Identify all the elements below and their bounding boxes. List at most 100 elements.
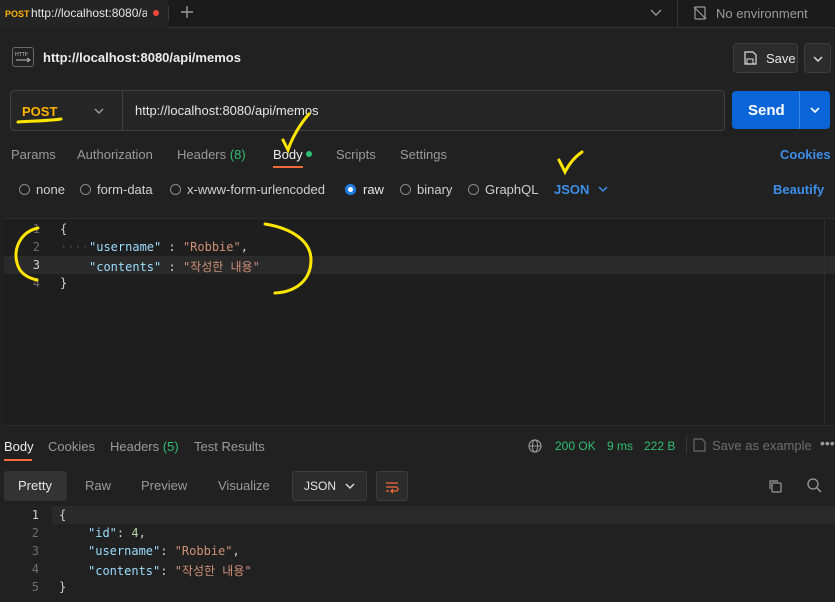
tab-method: POST <box>5 9 30 19</box>
new-tab-icon[interactable] <box>177 2 197 22</box>
copy-icon[interactable] <box>767 478 783 494</box>
line-number: 2 <box>31 526 39 540</box>
response-tab-body[interactable]: Body <box>4 439 34 454</box>
json-key: "id" <box>88 526 117 540</box>
chevron-down-icon <box>598 186 608 192</box>
status-divider <box>686 436 687 454</box>
view-visualize-button[interactable]: Visualize <box>218 478 270 493</box>
send-divider <box>799 91 800 129</box>
line-number: 5 <box>31 580 39 594</box>
radio-graphql[interactable] <box>468 184 479 195</box>
response-time[interactable]: 9 ms <box>607 439 633 453</box>
save-icon <box>744 51 757 65</box>
method-selector[interactable]: POST <box>22 104 57 119</box>
radio-form-data-label: form-data <box>97 182 153 197</box>
request-body-editor[interactable]: 1 2 3 4 { ···· "username" : "Robbie", "c… <box>4 218 835 426</box>
json-key: "contents" <box>88 564 161 578</box>
chevron-down-icon <box>345 483 355 489</box>
save-as-example-button[interactable]: Save as example <box>712 438 812 453</box>
chevron-down-icon <box>94 108 104 114</box>
radio-form-data[interactable] <box>80 184 91 195</box>
json-key: "username" <box>89 240 162 254</box>
url-input[interactable]: http://localhost:8080/api/memos <box>135 103 319 118</box>
code-brace: } <box>60 276 68 290</box>
response-tab-headers[interactable]: Headers (5) <box>110 439 179 454</box>
json-value: "Robbie" <box>174 544 233 558</box>
url-bar: POST http://localhost:8080/api/memos <box>10 90 725 131</box>
tab-scripts[interactable]: Scripts <box>336 147 376 162</box>
send-label: Send <box>748 102 785 119</box>
line-number: 1 <box>31 508 39 522</box>
tab-underline <box>273 166 303 168</box>
response-tab-cookies[interactable]: Cookies <box>48 439 95 454</box>
request-name[interactable]: http://localhost:8080/api/memos <box>43 50 241 65</box>
http-icon: HTTP <box>12 47 34 67</box>
radio-raw[interactable] <box>345 184 356 195</box>
editor-scrollbar[interactable] <box>824 219 835 425</box>
url-divider <box>122 91 123 130</box>
tab-params[interactable]: Params <box>11 147 56 162</box>
line-number: 4 <box>31 562 39 576</box>
beautify-link[interactable]: Beautify <box>773 182 824 197</box>
tab-divider <box>168 6 169 21</box>
body-format-selector[interactable]: JSON <box>554 182 589 197</box>
json-value: 4 <box>131 526 139 540</box>
response-headers-count: (5) <box>162 439 179 454</box>
save-button[interactable]: Save <box>733 43 798 73</box>
chevron-down-icon <box>810 107 820 114</box>
status-code[interactable]: 200 OK <box>555 439 596 453</box>
line-number: 1 <box>32 222 40 236</box>
code-brace: } <box>59 580 67 594</box>
tab-authorization[interactable]: Authorization <box>77 147 153 162</box>
active-line-highlight <box>52 506 835 524</box>
search-icon[interactable] <box>806 477 823 494</box>
chevron-down-icon <box>813 56 823 62</box>
radio-urlencoded[interactable] <box>170 184 181 195</box>
line-number: 3 <box>32 258 40 272</box>
environment-selector[interactable]: No environment <box>716 6 808 21</box>
more-options-icon[interactable]: ••• <box>820 435 835 451</box>
response-body-viewer[interactable]: 1 2 3 4 5 { "id": 4, "username": "Robbie… <box>0 505 835 602</box>
save-options-button[interactable] <box>804 43 831 73</box>
body-active-dot <box>306 151 312 157</box>
view-pretty-label: Pretty <box>18 478 52 493</box>
code-line: "contents" : "작성한 내용" <box>89 260 260 274</box>
chevron-down-icon[interactable] <box>648 6 664 20</box>
tab-body[interactable]: Body <box>273 147 303 162</box>
view-preview-button[interactable]: Preview <box>141 478 187 493</box>
response-format-selector[interactable]: JSON <box>292 471 367 501</box>
radio-binary-label: binary <box>417 182 453 197</box>
code-brace: { <box>59 508 67 522</box>
response-headers-label: Headers <box>110 439 160 454</box>
tab-settings[interactable]: Settings <box>400 147 447 162</box>
globe-icon[interactable] <box>527 438 543 454</box>
line-number: 3 <box>31 544 39 558</box>
cookies-link[interactable]: Cookies <box>780 147 831 162</box>
response-size[interactable]: 222 B <box>644 439 675 453</box>
json-key: "contents" <box>89 260 162 274</box>
wrap-lines-icon <box>386 482 399 494</box>
svg-text:HTTP: HTTP <box>15 52 28 58</box>
code-line: "username": "Robbie", <box>88 544 240 558</box>
line-number: 4 <box>32 276 40 290</box>
indent-guide: ···· <box>60 240 89 254</box>
tab-url: http://localhost:8080/a <box>31 6 147 20</box>
wrap-lines-button[interactable] <box>376 471 408 501</box>
response-format-label: JSON <box>304 479 337 493</box>
response-tab-test-results[interactable]: Test Results <box>194 439 265 454</box>
line-number: 2 <box>32 240 40 254</box>
no-environment-icon <box>692 5 708 21</box>
json-value: "작성한 내용" <box>182 260 260 274</box>
view-pretty-button[interactable]: Pretty <box>4 471 67 501</box>
request-tab[interactable]: POST http://localhost:8080/a <box>0 0 168 28</box>
json-value: "작성한 내용" <box>174 564 252 578</box>
unsaved-dot <box>153 10 159 16</box>
radio-none[interactable] <box>19 184 30 195</box>
annotation-check-json <box>557 150 584 176</box>
send-button[interactable]: Send <box>732 91 830 129</box>
view-raw-button[interactable]: Raw <box>85 478 111 493</box>
tab-headers[interactable]: Headers (8) <box>177 147 246 162</box>
radio-raw-label: raw <box>363 182 384 197</box>
radio-binary[interactable] <box>400 184 411 195</box>
radio-none-label: none <box>36 182 65 197</box>
